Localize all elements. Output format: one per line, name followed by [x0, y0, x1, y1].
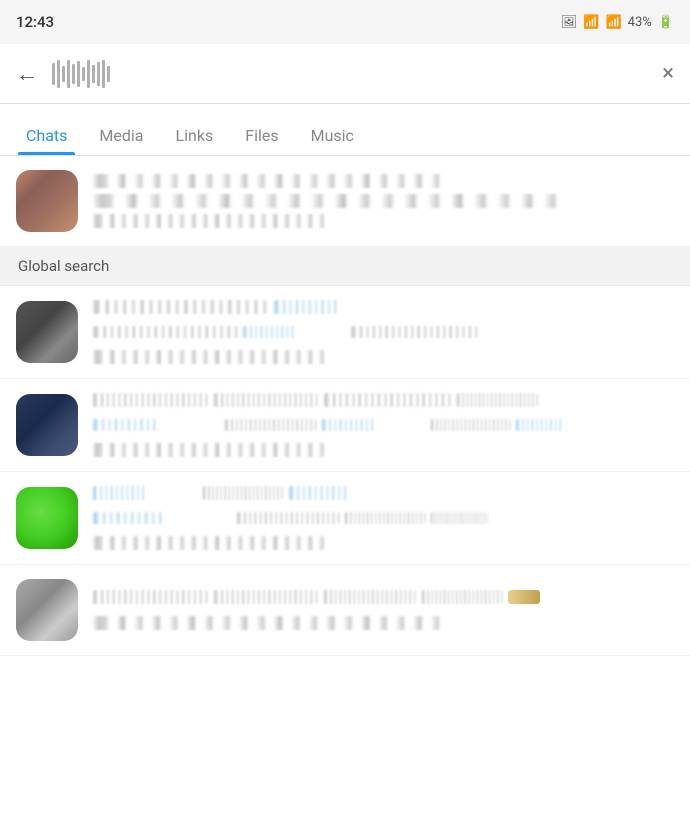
- chat-name-3: [323, 590, 416, 604]
- chat-msg-gray3: [430, 512, 488, 524]
- chat-name-4: [456, 393, 537, 407]
- chat-msg-part3: [350, 326, 478, 338]
- chat-time-line: [92, 350, 325, 364]
- chat-list: Global search: [0, 156, 690, 656]
- chat-name-line: [92, 300, 267, 314]
- chat-time-line: [92, 443, 325, 457]
- tab-links[interactable]: Links: [160, 114, 230, 155]
- chat-name-1: [92, 590, 208, 604]
- avatar: [16, 301, 78, 363]
- tabs-bar: Chats Media Links Files Music: [0, 104, 690, 156]
- chat-msg-blue1: [92, 419, 220, 431]
- chat-name-blue2: [288, 486, 404, 500]
- back-button[interactable]: ←: [16, 61, 38, 87]
- chat-msg-blue2: [321, 419, 426, 431]
- wifi-icon: 📶: [583, 15, 599, 30]
- chat-info: [92, 300, 674, 364]
- chat-name-1: [92, 393, 208, 407]
- chat-badge: [508, 590, 540, 604]
- avatar: [16, 394, 78, 456]
- chat-msg-gray1: [236, 512, 341, 524]
- status-icons: 🖼 📶 📶 43% 🔋: [561, 15, 674, 30]
- chat-message-line: [92, 194, 558, 208]
- header: ← ×: [0, 44, 690, 104]
- chat-info: [92, 486, 674, 550]
- status-time: 12:43: [16, 13, 54, 31]
- close-button[interactable]: ×: [662, 61, 674, 86]
- avatar: [16, 170, 78, 232]
- chat-info: [92, 590, 674, 630]
- chat-msg-gray2: [344, 512, 425, 524]
- chat-msg-part2: [242, 326, 347, 338]
- tab-files[interactable]: Files: [229, 114, 294, 155]
- chat-name-3: [323, 393, 451, 407]
- tab-media[interactable]: Media: [83, 114, 159, 155]
- chat-time-line: [92, 536, 325, 550]
- chat-msg-gray2: [430, 419, 511, 431]
- avatar: [16, 579, 78, 641]
- chat-message-line: [92, 616, 441, 630]
- chat-msg-part1: [92, 326, 238, 338]
- chat-msg-blue1: [92, 512, 232, 524]
- tab-music[interactable]: Music: [295, 114, 370, 155]
- signal-icon: 📶: [605, 15, 621, 30]
- chat-name-2: [213, 590, 318, 604]
- avatar: [16, 487, 78, 549]
- chat-name-2: [213, 393, 318, 407]
- battery-text: 43%: [628, 15, 652, 30]
- list-item[interactable]: [0, 156, 690, 247]
- list-item[interactable]: [0, 286, 690, 379]
- battery-icon: 🔋: [658, 15, 674, 30]
- search-bar[interactable]: [52, 60, 662, 88]
- chat-info: [92, 174, 674, 228]
- status-bar: 12:43 🖼 📶 📶 43% 🔋: [0, 0, 690, 44]
- chat-highlight-line: [273, 300, 401, 314]
- list-item[interactable]: [0, 379, 690, 472]
- list-item[interactable]: [0, 472, 690, 565]
- tab-chats[interactable]: Chats: [10, 114, 83, 155]
- barcode-icon: [52, 60, 110, 88]
- chat-msg-gray1: [224, 419, 317, 431]
- image-icon: 🖼: [561, 15, 578, 30]
- chat-name-gray1: [202, 486, 283, 500]
- chat-time-line: [92, 214, 325, 228]
- chat-name-4: [421, 590, 502, 604]
- chat-msg-blue3: [515, 419, 608, 431]
- chat-name-blue1: [92, 486, 197, 500]
- chat-name-line: [92, 174, 441, 188]
- list-item[interactable]: [0, 565, 690, 656]
- global-search-header: Global search: [0, 247, 690, 286]
- chat-info: [92, 393, 674, 457]
